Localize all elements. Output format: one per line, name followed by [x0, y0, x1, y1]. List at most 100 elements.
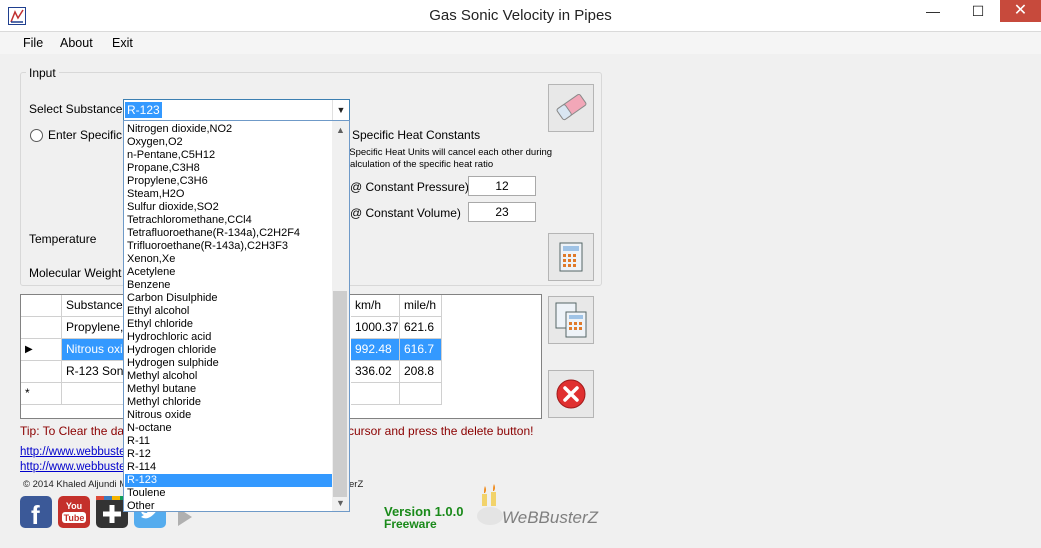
- dropdown-item[interactable]: n-Pentane,C5H12: [125, 149, 333, 162]
- temperature-label: Temperature: [29, 232, 97, 246]
- scrollbar-thumb[interactable]: [333, 291, 347, 497]
- grid-cell-kmh[interactable]: 336.02: [351, 361, 400, 383]
- dropdown-item[interactable]: Methyl alcohol: [125, 370, 333, 383]
- menu-bar: [0, 32, 1041, 54]
- input-legend: Input: [26, 66, 59, 80]
- enter-specific-heat-label: Enter Specific H: [48, 128, 135, 142]
- window-title: Gas Sonic Velocity in Pipes: [429, 7, 612, 24]
- dropdown-item[interactable]: Ethyl chloride: [125, 318, 333, 331]
- grid-cell-substance[interactable]: R-123 Sonic: [62, 361, 124, 383]
- svg-text:Tube: Tube: [64, 513, 85, 523]
- calculate-all-button[interactable]: [548, 296, 594, 344]
- cp-input[interactable]: 12: [468, 176, 536, 196]
- select-substance-label: Select Substance: [29, 102, 123, 116]
- dropdown-item[interactable]: Propylene,C3H6: [125, 175, 333, 188]
- maximize-button[interactable]: ☐: [958, 0, 998, 24]
- grid-cell-substance[interactable]: Nitrous oxide: [62, 339, 124, 361]
- calculator-icon: [559, 242, 583, 272]
- dropdown-scrollbar[interactable]: ▲ ▼: [332, 121, 349, 511]
- new-row-cell[interactable]: [400, 383, 442, 405]
- dropdown-item[interactable]: R-12: [125, 448, 333, 461]
- dropdown-item[interactable]: Ethyl alcohol: [125, 305, 333, 318]
- dropdown-item[interactable]: Methyl butane: [125, 383, 333, 396]
- facebook-icon[interactable]: f: [20, 496, 52, 530]
- menu-file[interactable]: File: [23, 36, 43, 50]
- dropdown-item[interactable]: Oxygen,O2: [125, 136, 333, 149]
- menu-about[interactable]: About: [60, 36, 93, 50]
- grid-cell-mileh[interactable]: 621.6: [400, 317, 442, 339]
- copyright-text: © 2014 Khaled Aljundi M: [23, 479, 128, 490]
- cv-input[interactable]: 23: [468, 202, 536, 222]
- grid-cell-kmh[interactable]: 992.48: [351, 339, 400, 361]
- cp-label: @ Constant Pressure): [350, 180, 469, 194]
- chevron-up-icon[interactable]: ▲: [332, 122, 349, 138]
- current-row-marker[interactable]: ▶: [21, 339, 62, 361]
- new-row-cell[interactable]: [62, 383, 124, 405]
- brand-logo: [476, 484, 504, 526]
- chevron-down-icon[interactable]: ▼: [332, 100, 349, 120]
- grid-header-substance[interactable]: Substance: [62, 295, 124, 317]
- tip-text: Tip: To Clear the data: [20, 424, 135, 438]
- grid-cell-mileh[interactable]: 208.8: [400, 361, 442, 383]
- dropdown-item[interactable]: Trifluoroethane(R-143a),C2H3F3: [125, 240, 333, 253]
- clear-inputs-button[interactable]: [548, 84, 594, 132]
- new-row-marker[interactable]: *: [21, 383, 62, 405]
- eraser-icon: [556, 93, 587, 121]
- dropdown-item[interactable]: Toulene: [125, 487, 333, 500]
- chevron-down-icon[interactable]: ▼: [332, 495, 349, 511]
- grid-header-mileh[interactable]: mile/h: [400, 295, 442, 317]
- dropdown-item[interactable]: N-octane: [125, 422, 333, 435]
- specific-heat-note-line1: : Specific Heat Units will cancel each o…: [344, 147, 553, 158]
- dropdown-item[interactable]: Hydrogen sulphide: [125, 357, 333, 370]
- website-link[interactable]: http://www.webbuster: [20, 446, 129, 458]
- cv-label: @ Constant Volume): [350, 206, 461, 220]
- enter-specific-heat-radio[interactable]: [30, 129, 43, 142]
- grid-cell-kmh[interactable]: 1000.37: [351, 317, 400, 339]
- new-row-cell[interactable]: [351, 383, 400, 405]
- dropdown-item[interactable]: Tetrachloromethane,CCl4: [125, 214, 333, 227]
- website-link[interactable]: http://www.webbuster: [20, 461, 129, 473]
- youtube-icon[interactable]: You Tube: [58, 496, 90, 528]
- svg-text:f: f: [31, 500, 40, 528]
- grid-cell-substance[interactable]: Propylene,C: [62, 317, 124, 339]
- row-header[interactable]: [21, 317, 62, 339]
- delete-button[interactable]: [548, 370, 594, 418]
- calculate-button[interactable]: [548, 233, 594, 281]
- calculators-icon: [555, 302, 587, 338]
- dropdown-item[interactable]: Xenon,Xe: [125, 253, 333, 266]
- delete-icon: [556, 379, 586, 409]
- substance-select[interactable]: R-123 ▼: [123, 99, 350, 121]
- grid-corner: [21, 295, 62, 317]
- dropdown-item[interactable]: Acetylene: [125, 266, 333, 279]
- dropdown-item[interactable]: R-123: [125, 474, 333, 487]
- dropdown-item[interactable]: Hydrochloric acid: [125, 331, 333, 344]
- grid-cell-mileh[interactable]: 616.7: [400, 339, 442, 361]
- dropdown-item[interactable]: R-11: [125, 435, 333, 448]
- specific-heat-constants-label: Specific Heat Constants: [352, 128, 481, 142]
- grid-header-kmh[interactable]: km/h: [351, 295, 400, 317]
- molecular-weight-label: Molecular Weight: [29, 266, 122, 280]
- close-button[interactable]: ✕: [1000, 0, 1041, 22]
- substance-select-value: R-123: [125, 102, 162, 118]
- dropdown-item[interactable]: Steam,H2O: [125, 188, 333, 201]
- dropdown-item[interactable]: Propane,C3H8: [125, 162, 333, 175]
- dropdown-item[interactable]: Tetrafluoroethane(R-134a),C2H2F4: [125, 227, 333, 240]
- dropdown-item[interactable]: Methyl chloride: [125, 396, 333, 409]
- substance-dropdown-list[interactable]: Nitrogen dioxide,NO2 Oxygen,O2 n-Pentane,C…: [123, 120, 350, 512]
- menu-exit[interactable]: Exit: [112, 36, 133, 50]
- dropdown-item[interactable]: Carbon Disulphide: [125, 292, 333, 305]
- dropdown-item[interactable]: Other: [125, 500, 333, 511]
- dropdown-item[interactable]: Hydrogen chloride: [125, 344, 333, 357]
- specific-heat-note-line2: alculation of the specific heat ratio: [350, 159, 494, 170]
- dropdown-item[interactable]: R-114: [125, 461, 333, 474]
- row-header[interactable]: [21, 361, 62, 383]
- tip-text-tail: cursor and press the delete button!: [348, 424, 534, 438]
- freeware-label: Freeware: [384, 517, 437, 531]
- minimize-button[interactable]: —: [912, 0, 954, 24]
- dropdown-item[interactable]: Nitrous oxide: [125, 409, 333, 422]
- dropdown-item[interactable]: Sulfur dioxide,SO2: [125, 201, 333, 214]
- svg-text:You: You: [66, 501, 82, 511]
- brand-name: WeBBusterZ: [502, 508, 599, 527]
- dropdown-item[interactable]: Nitrogen dioxide,NO2: [125, 123, 333, 136]
- dropdown-item[interactable]: Benzene: [125, 279, 333, 292]
